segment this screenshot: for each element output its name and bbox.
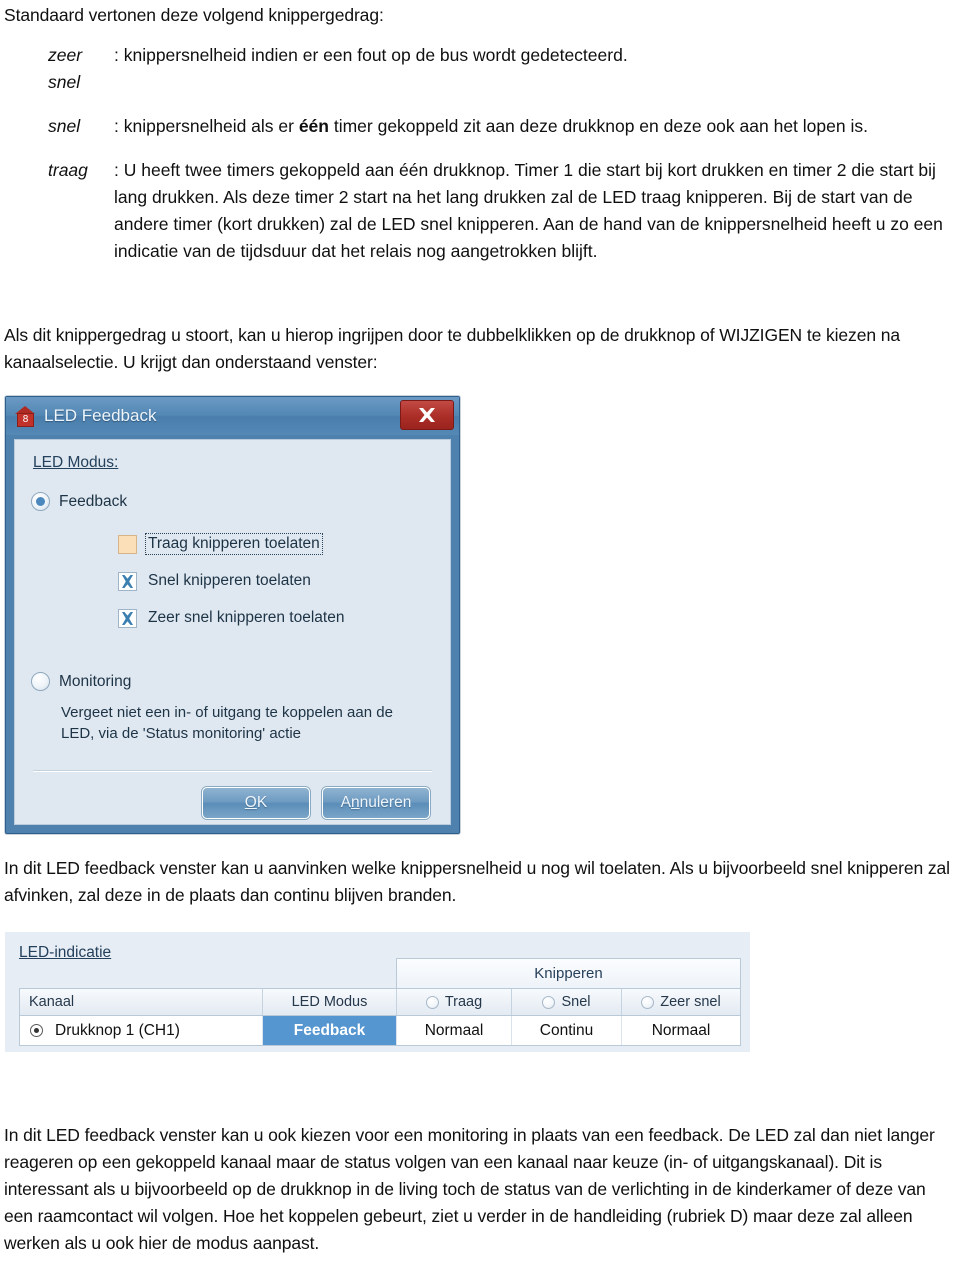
column-header-kanaal[interactable]: Kanaal — [20, 989, 263, 1015]
ok-button-mnemonic: O — [244, 794, 257, 811]
definition-row-traag: traag : U heeft twee timers gekoppeld aa… — [4, 157, 956, 265]
radio-feedback[interactable]: Feedback — [31, 492, 127, 511]
dialog-button-bar: OK An nuleren — [202, 787, 430, 819]
cell-zeer-snel[interactable]: Normaal — [622, 1016, 740, 1045]
traag-radio-icon[interactable] — [425, 995, 439, 1009]
dialog-content: LED Modus: Feedback Traag knipperen toel… — [14, 439, 451, 825]
checkbox-snel-knipperen-toelaten[interactable]: Snel knipperen toelaten — [118, 571, 313, 591]
definition-text-snel: : knippersnelheid als er één timer gekop… — [114, 113, 956, 140]
definition-row-zeer-snel: zeer snel : knippersnelheid indien er ee… — [4, 42, 956, 96]
column-header-kanaal-label: Kanaal — [29, 994, 75, 1010]
zeer-snel-radio-icon[interactable] — [641, 995, 655, 1009]
checkbox-zeer-snel-label: Zeer snel knipperen toelaten — [148, 609, 345, 626]
definition-term-snel: snel — [48, 116, 81, 136]
definition-text-snel-before: : knippersnelheid als er — [114, 116, 299, 136]
radio-feedback-indicator[interactable] — [31, 492, 50, 511]
checkbox-traag-indicator[interactable] — [118, 534, 137, 554]
dialog-titlebar[interactable]: 8 LED Feedback — [6, 397, 459, 435]
dialog-separator — [33, 770, 432, 772]
definition-list: zeer snel : knippersnelheid indien er ee… — [4, 42, 956, 282]
snel-radio-icon[interactable] — [542, 995, 556, 1009]
radio-monitoring-label: Monitoring — [59, 672, 132, 690]
row-select-radio-icon[interactable] — [30, 1024, 43, 1037]
column-header-snel-label: Snel — [561, 994, 591, 1010]
definition-text-traag: : U heeft twee timers gekoppeld aan één … — [114, 160, 943, 261]
led-feedback-dialog: 8 LED Feedback LED Modus: Feedback Traag… — [5, 396, 460, 834]
cancel-button[interactable]: An nuleren — [322, 787, 430, 819]
definition-row-snel: snel : knippersnelheid als er één timer … — [4, 113, 956, 140]
checkbox-snel-label: Snel knipperen toelaten — [148, 572, 311, 589]
definition-text-zeer-snel: : knippersnelheid indien er een fout op … — [114, 45, 628, 65]
checkbox-traag-knipperen-toelaten[interactable]: Traag knipperen toelaten — [118, 533, 323, 555]
definition-term-traag: traag — [48, 160, 88, 180]
ok-button-suffix: K — [256, 794, 268, 811]
cancel-button-mnemonic: n — [351, 794, 360, 811]
cell-traag[interactable]: Normaal — [397, 1016, 512, 1045]
definition-term-zeer-snel: zeer snel — [48, 45, 83, 92]
dialog-title: LED Feedback — [44, 406, 157, 425]
checkbox-snel-indicator[interactable] — [118, 571, 137, 591]
column-header-traag[interactable]: Traag — [397, 989, 512, 1015]
table-header-row: Kanaal LED Modus Traag Snel Zeer snel — [19, 988, 741, 1016]
column-header-zeer-snel[interactable]: Zeer snel — [622, 989, 740, 1015]
paragraph-aanvinken: In dit LED feedback venster kan u aanvin… — [4, 858, 950, 905]
intro-paragraph: Standaard vertonen deze volgend knipperg… — [4, 5, 384, 25]
paragraph-monitoring: In dit LED feedback venster kan u ook ki… — [4, 1125, 935, 1253]
cell-traag-label: Normaal — [424, 1021, 484, 1039]
checkbox-zeer-snel-knipperen-toelaten[interactable]: Zeer snel knipperen toelaten — [118, 608, 346, 628]
house-badge-number: 8 — [17, 412, 34, 427]
checkbox-zeer-snel-indicator[interactable] — [118, 608, 137, 628]
cell-led-modus[interactable]: Feedback — [263, 1016, 397, 1045]
column-header-led-modus[interactable]: LED Modus — [263, 989, 397, 1015]
cell-snel-label: Continu — [539, 1021, 594, 1039]
cancel-button-suffix: nuleren — [359, 794, 412, 811]
column-header-traag-label: Traag — [444, 994, 483, 1010]
house-icon: 8 — [15, 405, 36, 427]
ok-button[interactable]: OK — [202, 787, 310, 819]
paragraph-wijzigen: Als dit knippergedrag u stoort, kan u hi… — [4, 325, 900, 372]
led-indicatie-title: LED-indicatie — [19, 944, 112, 961]
radio-feedback-label: Feedback — [59, 492, 128, 510]
column-header-snel[interactable]: Snel — [512, 989, 622, 1015]
table-row[interactable]: Drukknop 1 (CH1) Feedback Normaal Contin… — [19, 1016, 741, 1046]
definition-text-snel-after: timer gekoppeld zit aan deze drukknop en… — [328, 116, 868, 136]
close-icon[interactable] — [400, 400, 454, 430]
column-group-header-knipperen: Knipperen — [396, 958, 741, 988]
checkbox-traag-label: Traag knipperen toelaten — [145, 533, 323, 555]
definition-text-snel-bold: één — [298, 116, 329, 136]
cell-snel[interactable]: Continu — [512, 1016, 622, 1045]
led-indicatie-panel: LED-indicatie Knipperen Kanaal LED Modus… — [5, 932, 750, 1052]
cancel-button-prefix: A — [340, 794, 351, 811]
cell-kanaal[interactable]: Drukknop 1 (CH1) — [20, 1016, 263, 1045]
radio-monitoring-indicator[interactable] — [31, 672, 50, 691]
column-header-zeer-snel-label: Zeer snel — [660, 994, 721, 1010]
led-modus-label: LED Modus: — [33, 454, 119, 471]
cell-led-modus-label: Feedback — [293, 1021, 366, 1039]
column-header-led-modus-label: LED Modus — [291, 994, 368, 1010]
cell-kanaal-label: Drukknop 1 (CH1) — [55, 1021, 180, 1039]
monitoring-note: Vergeet niet een in- of uitgang te koppe… — [61, 704, 393, 742]
radio-monitoring[interactable]: Monitoring — [31, 672, 131, 691]
cell-zeer-snel-label: Normaal — [651, 1021, 711, 1039]
